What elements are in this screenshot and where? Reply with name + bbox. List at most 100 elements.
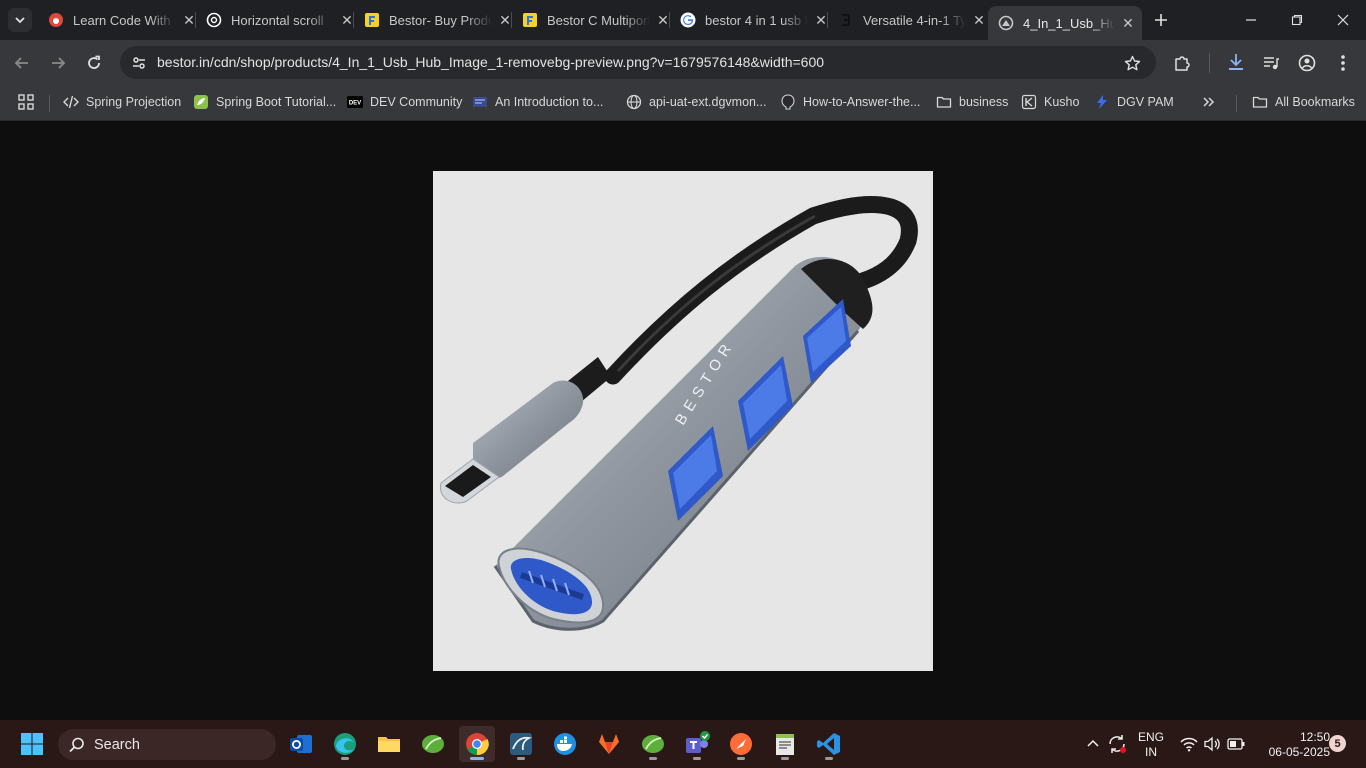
apps-grid-icon bbox=[18, 94, 34, 110]
bookmark-kusho[interactable]: Kusho bbox=[1021, 92, 1079, 112]
reload-icon bbox=[88, 55, 100, 69]
bookmark-spring-projection[interactable]: Spring Projection bbox=[63, 92, 181, 112]
toolbar-divider bbox=[1209, 53, 1210, 73]
puzzle-icon bbox=[1175, 56, 1190, 71]
bookmark-dgv-pam[interactable]: DGV PAM bbox=[1094, 92, 1174, 112]
product-image-usb-hub: BESTOR bbox=[433, 171, 933, 671]
minimize-button[interactable] bbox=[1228, 0, 1274, 40]
restore-button[interactable] bbox=[1274, 0, 1320, 40]
tune-icon bbox=[133, 57, 145, 69]
bookmark-folder-business[interactable]: business bbox=[936, 92, 1008, 112]
close-window-button[interactable] bbox=[1320, 0, 1366, 40]
forward-button[interactable] bbox=[45, 50, 71, 76]
chrome-menu-button[interactable] bbox=[1332, 52, 1354, 74]
downloads-button[interactable] bbox=[1225, 52, 1247, 74]
taskbar-outlook[interactable] bbox=[283, 726, 319, 762]
tab-learn-code[interactable]: Learn Code With Harry ✕ bbox=[38, 6, 198, 34]
tab-strip: Learn Code With Harry ✕ Horizontal scrol… bbox=[0, 0, 1366, 40]
address-bar[interactable]: bestor.in/cdn/shop/products/4_In_1_Usb_H… bbox=[120, 46, 1156, 79]
tab-title: Bestor C Multiport bbox=[547, 12, 650, 28]
taskbar-chrome[interactable] bbox=[459, 726, 495, 762]
restore-icon bbox=[1291, 14, 1303, 26]
wifi-icon bbox=[1180, 737, 1198, 752]
close-icon[interactable]: ✕ bbox=[1119, 14, 1137, 32]
dgv-icon bbox=[1094, 94, 1110, 110]
tab-versatile[interactable]: Versatile 4-in-1 Type ✕ bbox=[828, 6, 988, 34]
search-label: Search bbox=[94, 736, 140, 753]
taskbar-docker[interactable] bbox=[547, 726, 583, 762]
taskbar-edge[interactable] bbox=[327, 726, 363, 762]
show-hidden-icons-button[interactable] bbox=[1082, 726, 1104, 762]
new-tab-button[interactable] bbox=[1150, 9, 1172, 31]
edge-icon bbox=[334, 733, 356, 755]
chevron-up-icon bbox=[1087, 739, 1099, 747]
bookmark-how-to-answer[interactable]: How-to-Answer-the... bbox=[780, 92, 920, 112]
running-indicator bbox=[341, 757, 349, 760]
tab-search-button[interactable] bbox=[8, 8, 32, 32]
taskbar-spring-tool-alt[interactable] bbox=[635, 726, 671, 762]
kusho-icon bbox=[1021, 94, 1037, 110]
arrow-right-icon bbox=[52, 57, 66, 69]
tab-horizontal-scroll[interactable]: Horizontal scroll ✕ bbox=[196, 6, 356, 34]
close-icon[interactable]: ✕ bbox=[970, 11, 988, 29]
site-info-button[interactable] bbox=[128, 52, 150, 74]
taskbar-gitlab[interactable] bbox=[591, 726, 627, 762]
spring-icon bbox=[193, 94, 209, 110]
tab-bestor-multiport[interactable]: Bestor C Multiport ✕ bbox=[512, 6, 672, 34]
all-bookmarks-button[interactable]: All Bookmarks bbox=[1252, 92, 1355, 112]
spring-leaf-icon bbox=[642, 735, 664, 753]
bookmark-divider bbox=[1236, 95, 1237, 112]
tab-bestor-buy[interactable]: Bestor- Buy Products ✕ bbox=[354, 6, 514, 34]
globe-icon bbox=[626, 94, 642, 110]
sync-icon bbox=[1109, 735, 1126, 753]
sync-status-button[interactable] bbox=[1104, 726, 1130, 762]
tab-title: Bestor- Buy Products bbox=[389, 12, 492, 28]
apps-button[interactable] bbox=[18, 92, 34, 112]
folder-icon bbox=[378, 737, 400, 752]
taskbar-search[interactable]: Search bbox=[58, 729, 276, 760]
taskbar-spring-tool[interactable] bbox=[415, 726, 451, 762]
taskbar-postman[interactable] bbox=[723, 726, 759, 762]
bookmark-introduction[interactable]: An Introduction to... bbox=[472, 92, 603, 112]
taskbar-file-explorer[interactable] bbox=[371, 726, 407, 762]
tab-title: Learn Code With Harry bbox=[73, 12, 176, 28]
harry-icon bbox=[48, 12, 64, 28]
tab-title: bestor 4 in 1 usb hub bbox=[705, 12, 808, 28]
git-icon bbox=[780, 94, 796, 110]
bookmark-spring-boot-tutorial[interactable]: Spring Boot Tutorial... bbox=[193, 92, 336, 112]
tab-google-search[interactable]: bestor 4 in 1 usb hub ✕ bbox=[670, 6, 830, 34]
bestor-icon bbox=[838, 12, 854, 28]
media-controls-button[interactable] bbox=[1260, 52, 1282, 74]
bookmark-api-uat[interactable]: api-uat-ext.dgvmon... bbox=[626, 92, 766, 112]
taskbar-notepad[interactable] bbox=[767, 726, 803, 762]
profile-button[interactable] bbox=[1296, 52, 1318, 74]
clock-date: 06-05-2025 bbox=[1268, 745, 1330, 759]
language-indicator[interactable]: ENG IN bbox=[1134, 730, 1168, 760]
teams-icon bbox=[686, 731, 710, 753]
taskbar-teams[interactable] bbox=[679, 726, 715, 762]
tab-usb-hub-image[interactable]: 4_In_1_Usb_Hub_Image ✕ bbox=[988, 6, 1142, 40]
bookmark-dev-community[interactable]: DEV DEV Community bbox=[347, 92, 462, 112]
wifi-button[interactable] bbox=[1176, 726, 1202, 762]
taskbar-mysql-workbench[interactable] bbox=[503, 726, 539, 762]
start-button[interactable] bbox=[14, 726, 50, 762]
bookmark-star-button[interactable] bbox=[1122, 53, 1142, 73]
more-bookmarks-button[interactable] bbox=[1202, 92, 1216, 112]
notification-badge[interactable]: 5 bbox=[1329, 735, 1346, 752]
battery-button[interactable] bbox=[1224, 726, 1248, 762]
running-indicator bbox=[470, 757, 484, 760]
reload-button[interactable] bbox=[81, 50, 107, 76]
running-indicator bbox=[517, 757, 525, 760]
clock-time: 12:50 bbox=[1299, 730, 1330, 744]
back-button[interactable] bbox=[9, 50, 35, 76]
bookmark-label: Spring Boot Tutorial... bbox=[216, 95, 337, 109]
url-text[interactable]: bestor.in/cdn/shop/products/4_In_1_Usb_H… bbox=[157, 54, 824, 70]
bookmark-label: Kusho bbox=[1044, 95, 1080, 109]
extensions-button[interactable] bbox=[1171, 52, 1193, 74]
spring-leaf-icon bbox=[422, 735, 444, 753]
outlook-icon bbox=[290, 735, 312, 753]
search-icon bbox=[69, 737, 84, 752]
taskbar-vscode[interactable] bbox=[811, 726, 847, 762]
volume-button[interactable] bbox=[1200, 726, 1224, 762]
clock[interactable]: 12:50 06-05-2025 bbox=[1254, 730, 1330, 760]
